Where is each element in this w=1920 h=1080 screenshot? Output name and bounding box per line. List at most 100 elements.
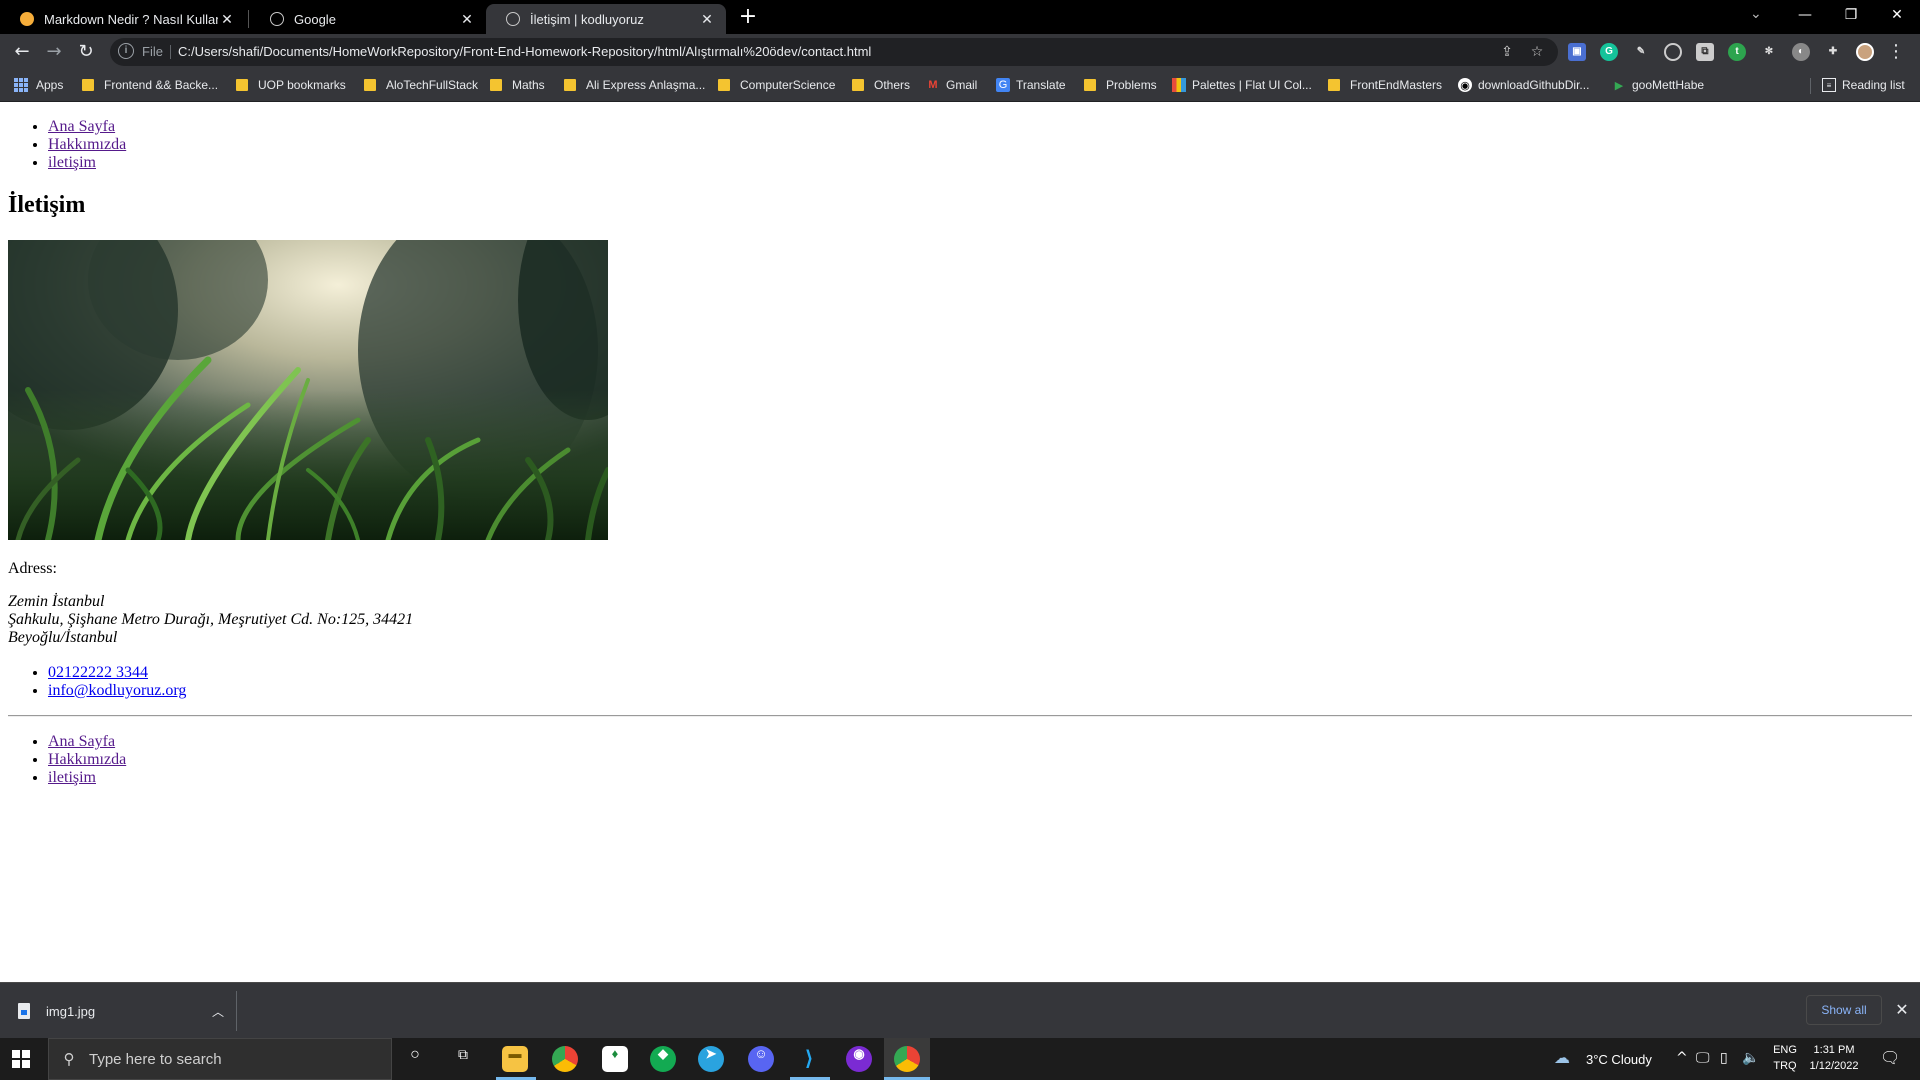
notepad-icon[interactable]: ♦ [602,1046,628,1072]
list-item: Hakkımızda [48,751,126,769]
tab-title: Google [294,11,336,27]
minimize-icon[interactable]: — [1790,4,1820,26]
nav-link-ana-sayfa[interactable]: Ana Sayfa [48,733,115,750]
info-icon[interactable]: i [118,43,134,59]
vscode-icon[interactable]: ⟩ [796,1046,822,1072]
cortana-icon[interactable]: ○ [402,1046,428,1072]
tab-title: İletişim | kodluyoruz [530,11,644,27]
menu-kebab-icon[interactable]: ⋮ [1884,40,1908,64]
nav-link-hakkimizda[interactable]: Hakkımızda [48,751,126,768]
bookmark-frontend[interactable]: Frontend && Backe... [82,78,218,92]
clock-time[interactable]: 1:31 PM [1806,1044,1862,1056]
notification-icon[interactable]: 🗨 [1880,1048,1900,1067]
email-link[interactable]: info@kodluyoruz.org [48,682,186,699]
clock-date[interactable]: 1/12/2022 [1806,1060,1862,1072]
window-close-icon[interactable]: ✕ [1882,4,1912,26]
bookmark-computerscience[interactable]: ComputerScience [718,78,835,92]
close-icon[interactable]: ✕ [458,11,476,28]
bookmark-gmail[interactable]: M Gmail [926,78,977,92]
target-extension-icon[interactable] [1664,43,1682,61]
bookmark-maths[interactable]: Maths [490,78,545,92]
tab-search-chevron-icon[interactable]: ⌄ [1750,6,1762,22]
language-bottom[interactable]: TRQ [1770,1060,1800,1072]
bookmark-frontendmasters[interactable]: FrontEndMasters [1328,78,1442,92]
globe-favicon [270,12,284,26]
nav-link-iletisim[interactable]: iletişim [48,769,96,786]
t-extension-icon[interactable]: t [1728,43,1746,61]
telegram-icon[interactable]: ➤ [698,1046,724,1072]
reload-icon[interactable]: ↻ [74,40,98,64]
nav-link-iletisim[interactable]: iletişim [48,154,96,171]
language-top[interactable]: ENG [1770,1044,1800,1056]
bookmark-apps[interactable]: Apps [14,78,63,92]
mongodb-icon[interactable]: ◆ [650,1046,676,1072]
circle-extension-icon[interactable]: ◐ [1792,43,1810,61]
discord-icon[interactable]: ☺ [748,1046,774,1072]
nav-link-hakkimizda[interactable]: Hakkımızda [48,136,126,153]
url-text[interactable]: C:/Users/shafi/Documents/HomeWorkReposit… [178,44,871,59]
close-icon[interactable]: ✕ [1892,999,1912,1021]
bookmark-aliexpress[interactable]: Ali Express Anlaşma... [564,78,705,92]
network-icon[interactable]: 🖵 [1696,1050,1710,1066]
puzzle-extensions-icon[interactable]: ✚ [1824,43,1842,61]
bookmark-others[interactable]: Others [852,78,910,92]
bookmark-translate[interactable]: G Translate [996,78,1066,92]
list-item: 02122222 3344 [48,664,186,682]
grass-photo [8,240,608,540]
tab-iletisim[interactable]: İletişim | kodluyoruz ✕ [486,4,726,34]
bookmark-uop[interactable]: UOP bookmarks [236,78,346,92]
file-explorer-icon[interactable]: ▬ [502,1046,528,1072]
nav-link-ana-sayfa[interactable]: Ana Sayfa [48,118,115,135]
chevron-up-icon[interactable]: ︿ [208,1003,228,1020]
share-icon[interactable]: ⇪ [1498,43,1516,61]
pen-extension-icon[interactable]: ✎ [1632,43,1650,61]
bookmark-problems[interactable]: Problems [1084,78,1157,92]
taskbar-search[interactable]: ⚲ Type here to search [48,1038,392,1080]
phone-link[interactable]: 02122222 3344 [48,664,148,681]
bookmark-goomett[interactable]: ▶ gooMettHabe [1612,78,1704,92]
avatar[interactable] [1856,43,1874,61]
weather-text[interactable]: 3°C Cloudy [1586,1052,1652,1067]
download-item[interactable]: img1.jpg ︿ [18,999,228,1023]
list-item: iletişim [48,769,126,787]
react-extension-icon[interactable]: ✻ [1760,43,1778,61]
meet-icon: ▶ [1614,79,1624,92]
folder-icon [82,79,94,91]
chrome-icon[interactable] [552,1046,578,1072]
tab-google[interactable]: Google ✕ [250,4,486,34]
copy-extension-icon[interactable]: ⧉ [1696,43,1714,61]
new-tab-button[interactable]: + [738,4,758,30]
close-icon[interactable]: ✕ [698,11,716,28]
save-extension-icon[interactable]: ▣ [1568,43,1586,61]
browser-toolbar: ← → ↻ i File C:/Users/shafi/Documents/Ho… [0,34,1920,70]
windows-start-icon[interactable] [12,1050,30,1068]
bookmark-label: Palettes | Flat UI Col... [1192,78,1312,92]
restore-icon[interactable]: ❐ [1836,4,1866,26]
bookmark-label: Frontend && Backe... [104,78,219,92]
tab-markdown[interactable]: Markdown Nedir ? Nasıl Kullanılır ✕ [0,4,246,34]
folder-icon [1084,79,1096,91]
grammarly-extension-icon[interactable]: G [1600,43,1618,61]
bookmark-downloadgithub[interactable]: ◉ downloadGithubDir... [1458,78,1589,92]
battery-icon[interactable]: ▯ [1720,1050,1728,1066]
task-view-icon[interactable]: ⧉ [450,1046,476,1072]
bookmark-label: FrontEndMasters [1350,78,1443,92]
show-all-button[interactable]: Show all [1806,995,1882,1025]
bookmark-label: UOP bookmarks [258,78,346,92]
bookmark-alotech[interactable]: AloTechFullStack [364,78,478,92]
bookmarks-divider [1810,78,1811,94]
back-arrow-icon[interactable]: ← [10,40,34,64]
reading-list-button[interactable]: ≡ Reading list [1822,78,1905,92]
close-icon[interactable]: ✕ [218,11,236,28]
address-line: Zemin İstanbul [8,593,105,610]
chevron-up-icon[interactable]: ^ [1676,1050,1688,1066]
address-bar[interactable]: i File C:/Users/shafi/Documents/HomeWork… [110,38,1558,66]
tor-browser-icon[interactable]: ◉ [846,1046,872,1072]
folder-icon [364,79,376,91]
forward-arrow-icon[interactable]: → [42,40,66,64]
bookmark-star-icon[interactable]: ☆ [1528,43,1546,61]
grass-photo-image [8,240,608,540]
volume-icon[interactable]: 🔈 [1742,1050,1759,1066]
chrome-active-icon[interactable] [894,1046,920,1072]
bookmark-palettes[interactable]: Palettes | Flat UI Col... [1172,78,1312,92]
